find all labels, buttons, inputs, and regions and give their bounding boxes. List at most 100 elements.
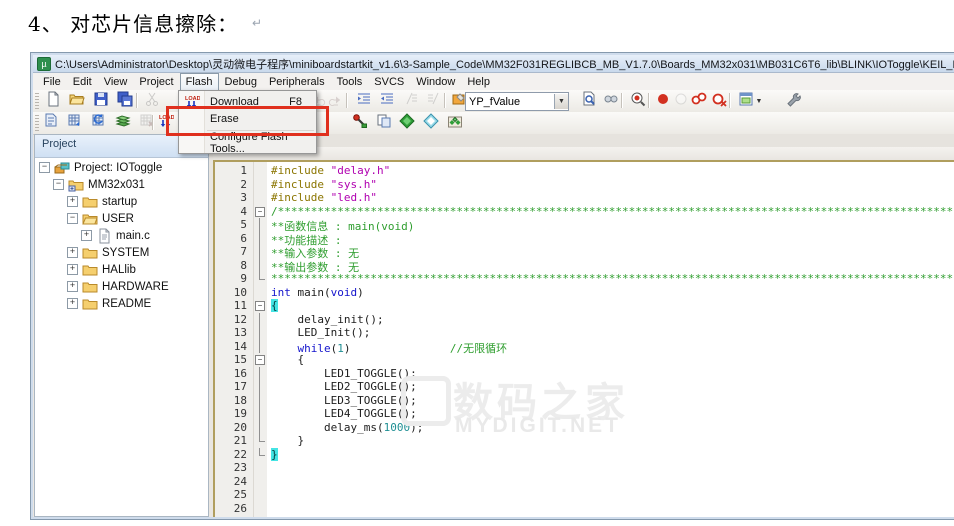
code-area[interactable]: #include "delay.h"#include "sys.h"#inclu… (267, 162, 954, 517)
code-line-9: ****************************************… (271, 272, 954, 286)
expand-icon[interactable]: + (67, 281, 78, 292)
fold-margin[interactable]: − − − (254, 162, 267, 517)
menu-svcs[interactable]: SVCS (368, 73, 410, 91)
indent-button[interactable] (377, 92, 397, 110)
line-number: 12 (215, 313, 253, 327)
menu-tools[interactable]: Tools (331, 73, 369, 91)
menu-peripherals[interactable]: Peripherals (263, 73, 331, 91)
line-number: 14 (215, 340, 253, 354)
build-button[interactable] (65, 114, 85, 132)
line-number: 15 (215, 353, 253, 367)
expand-icon[interactable]: + (67, 196, 78, 207)
fold-collapse-icon[interactable]: − (255, 355, 265, 365)
tree-item-label: SYSTEM (102, 247, 149, 259)
menu-flash[interactable]: Flash (180, 73, 219, 91)
menu-debug[interactable]: Debug (219, 73, 263, 91)
line-number: 9 (215, 272, 253, 286)
rebuild-button[interactable] (89, 114, 109, 132)
flash-menu-item-configure-flash-tools-[interactable]: Configure Flash Tools... (179, 134, 316, 151)
fold-cell (254, 313, 267, 327)
save-icon (93, 91, 109, 112)
pack-installer-button[interactable] (445, 114, 465, 132)
uncomment-button[interactable] (424, 92, 444, 110)
line-number: 26 (215, 502, 253, 516)
open-file-icon (69, 91, 85, 112)
manage-rte-button[interactable] (397, 114, 417, 132)
menu-project[interactable]: Project (133, 73, 179, 91)
redo-button[interactable] (326, 92, 346, 110)
menu-edit[interactable]: Edit (67, 73, 98, 91)
code-line-6: **功能描述 : (271, 232, 954, 246)
app-icon: µ (37, 57, 51, 71)
target-options-button[interactable] (350, 114, 370, 132)
tree-item-user[interactable]: −USER (35, 210, 208, 227)
bp-disable-all-icon (691, 91, 707, 112)
search-button[interactable] (628, 92, 648, 110)
collapse-icon[interactable]: − (39, 162, 50, 173)
expand-icon[interactable]: + (67, 247, 78, 258)
tree-item-hardware[interactable]: + HARDWARE (35, 278, 208, 295)
kill-all-breakpoints-button[interactable] (709, 92, 729, 110)
cut-button[interactable] (142, 92, 162, 110)
menu-help[interactable]: Help (461, 73, 496, 91)
menu-window[interactable]: Window (410, 73, 461, 91)
save-all-button[interactable] (115, 92, 135, 110)
redo-icon (328, 91, 344, 112)
fold-collapse-icon[interactable]: − (255, 207, 265, 217)
fold-collapse-icon[interactable]: − (255, 301, 265, 311)
find-combo[interactable]: ▼ (465, 92, 569, 111)
tree-item-mm32x031[interactable]: −MM32x031 (35, 176, 208, 193)
fold-cell (254, 394, 267, 408)
tree-item-readme[interactable]: +README (35, 295, 208, 312)
expand-icon[interactable]: + (81, 230, 92, 241)
line-number: 24 (215, 475, 253, 489)
enable-breakpoint-button[interactable] (671, 92, 691, 110)
menu-view[interactable]: View (98, 73, 134, 91)
browse-references-button[interactable] (601, 92, 621, 110)
find-combo-input[interactable] (466, 96, 554, 108)
collapse-icon[interactable]: − (53, 179, 64, 190)
menu-file[interactable]: File (37, 73, 67, 91)
unindent-button[interactable] (354, 92, 374, 110)
toolbar-separator (346, 93, 348, 108)
tree-item-label: HARDWARE (102, 281, 169, 293)
new-file-button[interactable] (43, 92, 63, 110)
tree-item-main-c[interactable]: +main.c (35, 227, 208, 244)
stop-build-button[interactable] (137, 114, 157, 132)
file-extensions-button[interactable] (374, 114, 394, 132)
line-number: 20 (215, 421, 253, 435)
line-number: 10 (215, 286, 253, 300)
find-in-files-button[interactable] (579, 92, 599, 110)
manage-books-button[interactable] (421, 114, 441, 132)
code-line-26 (271, 502, 954, 516)
line-number: 22 (215, 448, 253, 462)
expand-icon[interactable]: + (67, 264, 78, 275)
tree-item-hallib[interactable]: + HALlib (35, 261, 208, 278)
disable-all-breakpoints-button[interactable] (689, 92, 709, 110)
fold-cell (254, 488, 267, 502)
code-editor[interactable]: 1234567891011121314151617181920212223242… (213, 160, 954, 517)
tree-item-label: HALlib (102, 264, 136, 276)
configuration-button[interactable] (783, 92, 803, 110)
save-button[interactable] (91, 92, 111, 110)
tree-item-startup[interactable]: +startup (35, 193, 208, 210)
fold-cell (254, 191, 267, 205)
toggle-breakpoint-button[interactable] (653, 92, 673, 110)
expand-icon[interactable]: + (67, 298, 78, 309)
combo-dropdown-arrow[interactable]: ▼ (554, 94, 568, 109)
page: { "page": { "heading": "4、 对芯片信息擦除：", "r… (0, 0, 954, 526)
open-file-button[interactable] (67, 92, 87, 110)
translate-button[interactable] (41, 114, 61, 132)
window-layout-button[interactable]: ▼ (735, 92, 765, 110)
pack-icon (447, 113, 463, 134)
collapse-icon[interactable]: − (67, 213, 78, 224)
wrench-icon (785, 91, 801, 112)
comment-button[interactable] (401, 92, 421, 110)
batch-build-button[interactable] (113, 114, 133, 132)
tree-item-project-iotoggle[interactable]: −Project: IOToggle (35, 159, 208, 176)
fold-cell (254, 164, 267, 178)
fold-cell (254, 245, 267, 259)
tree-item-system[interactable]: + SYSTEM (35, 244, 208, 261)
title-bar[interactable]: µ C:\Users\Administrator\Desktop\灵动微电子程序… (33, 55, 954, 73)
fold-cell (254, 448, 267, 462)
